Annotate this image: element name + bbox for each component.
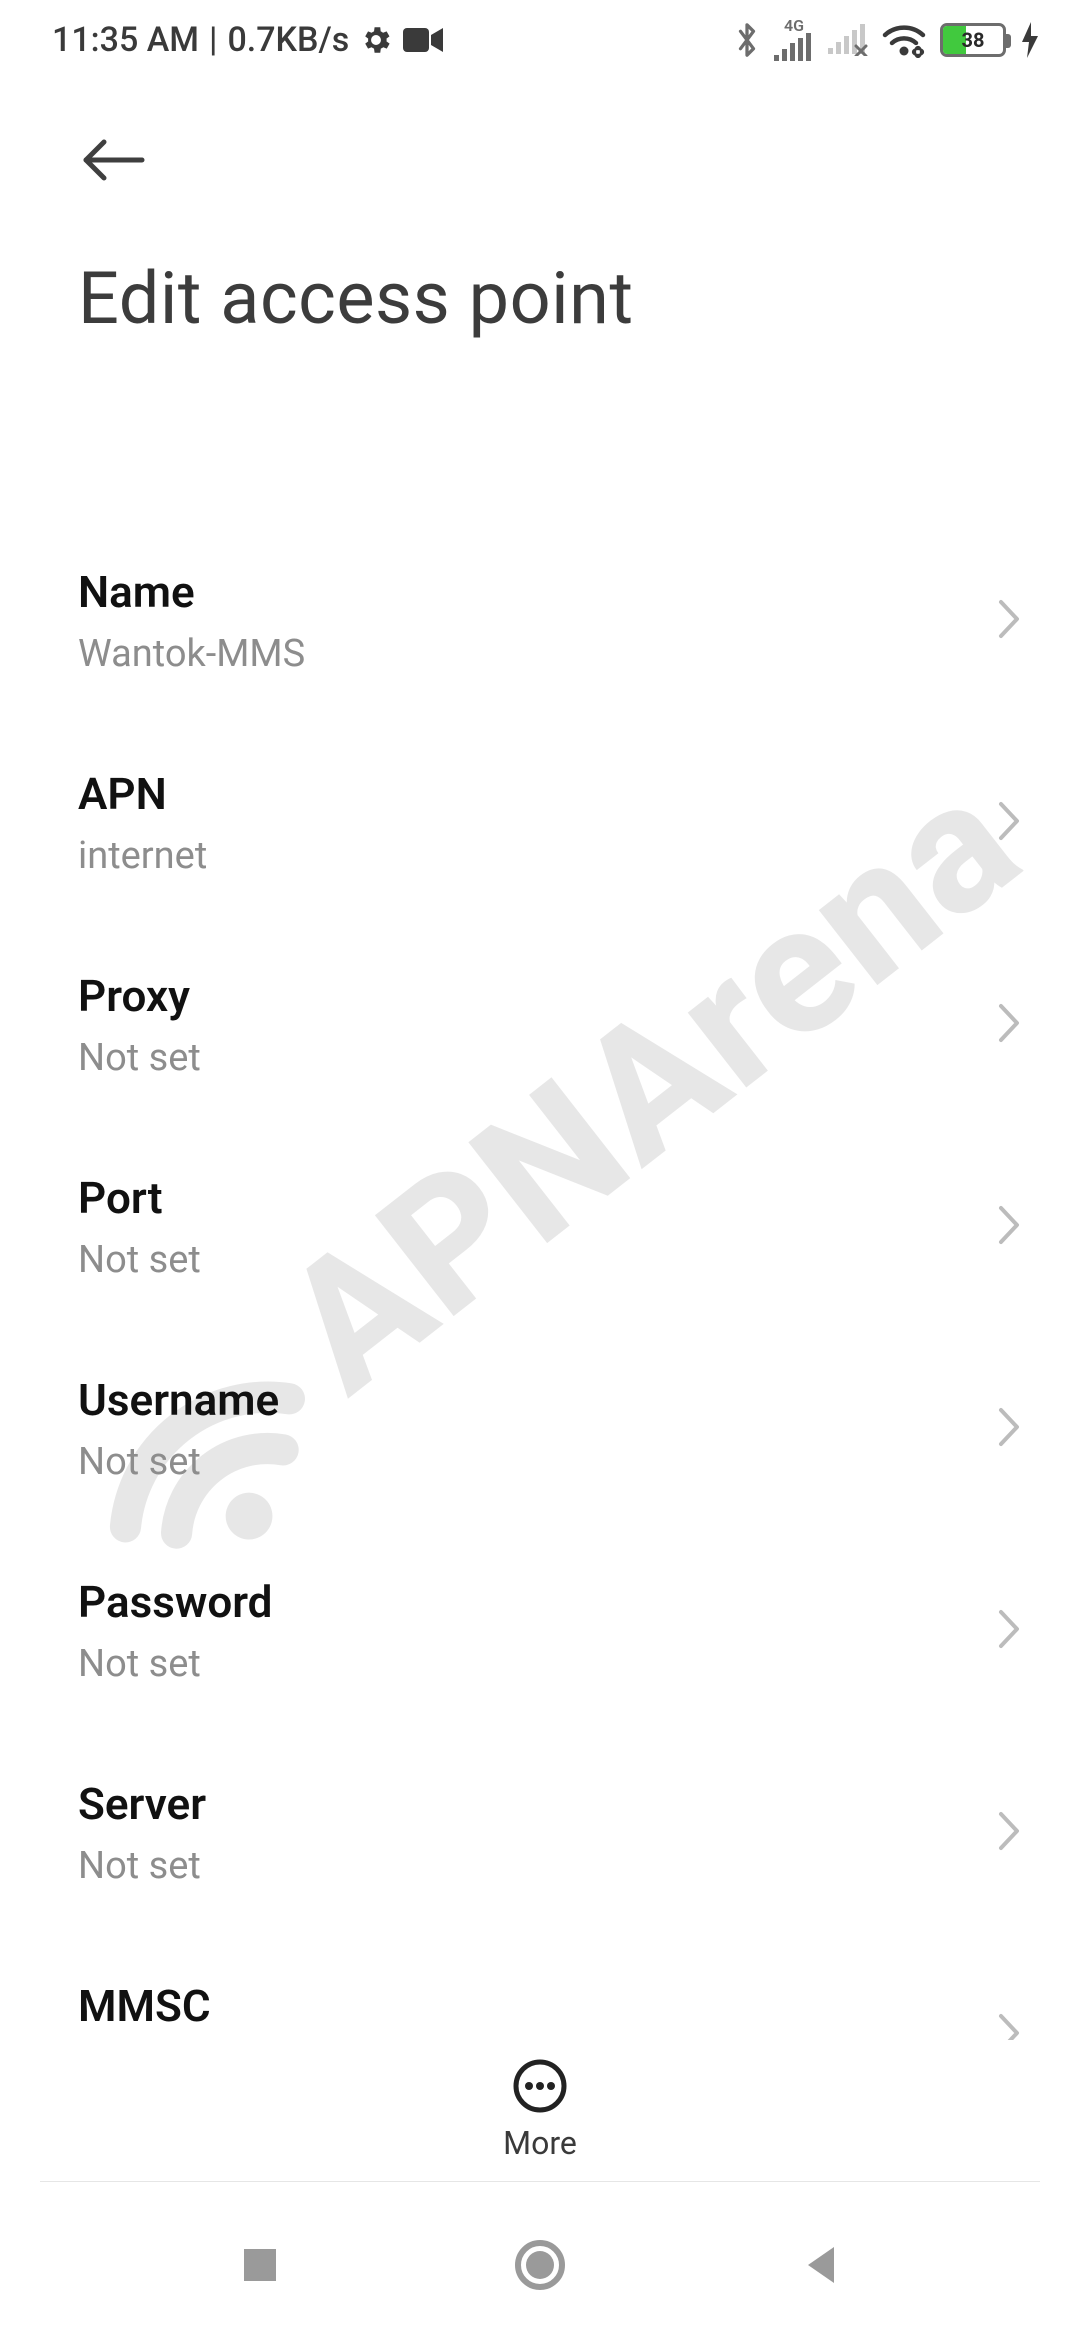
chevron-right-icon bbox=[996, 799, 1022, 847]
wifi-icon bbox=[882, 22, 926, 58]
row-label: Name bbox=[78, 566, 1002, 618]
bottom-toolbar: More bbox=[0, 2040, 1080, 2180]
row-label: MMSC bbox=[78, 1980, 1002, 2032]
row-username[interactable]: Username Not set bbox=[0, 1328, 1080, 1530]
row-value: Not set bbox=[78, 1440, 1002, 1484]
status-left: 11:35 AM | 0.7KB/s bbox=[52, 20, 443, 60]
chevron-right-icon bbox=[996, 1809, 1022, 1857]
row-server[interactable]: Server Not set bbox=[0, 1732, 1080, 1934]
row-name[interactable]: Name Wantok-MMS bbox=[0, 520, 1080, 722]
row-value: Not set bbox=[78, 1238, 1002, 1282]
divider bbox=[40, 2181, 1040, 2182]
gear-icon bbox=[359, 23, 393, 57]
row-label: Proxy bbox=[78, 970, 1002, 1022]
more-label: More bbox=[503, 2124, 577, 2162]
row-label: Server bbox=[78, 1778, 1002, 1830]
row-label: Username bbox=[78, 1374, 1002, 1426]
network-type-label: 4G bbox=[784, 19, 804, 33]
row-label: Password bbox=[78, 1576, 1002, 1628]
chevron-right-icon bbox=[996, 1405, 1022, 1453]
header: Edit access point bbox=[0, 120, 1080, 341]
settings-list: Name Wantok-MMS APN internet Proxy Not s… bbox=[0, 520, 1080, 2060]
more-button[interactable]: More bbox=[503, 2058, 577, 2162]
battery-pct: 38 bbox=[943, 26, 1003, 54]
row-label: Port bbox=[78, 1172, 1002, 1224]
row-proxy[interactable]: Proxy Not set bbox=[0, 924, 1080, 1126]
nav-home-button[interactable] bbox=[500, 2225, 580, 2305]
row-port[interactable]: Port Not set bbox=[0, 1126, 1080, 1328]
bluetooth-icon bbox=[734, 20, 760, 60]
circle-icon bbox=[514, 2239, 566, 2291]
system-nav-bar bbox=[0, 2190, 1080, 2340]
battery-icon: 38 bbox=[940, 23, 1006, 57]
video-icon bbox=[403, 26, 443, 54]
chevron-right-icon bbox=[996, 597, 1022, 645]
row-value: Not set bbox=[78, 1642, 1002, 1686]
status-separator: | bbox=[209, 20, 217, 60]
signal-4g-icon: 4G bbox=[774, 19, 814, 61]
square-icon bbox=[240, 2245, 280, 2285]
more-horizontal-icon bbox=[512, 2058, 568, 2114]
row-label: APN bbox=[78, 768, 1002, 820]
row-password[interactable]: Password Not set bbox=[0, 1530, 1080, 1732]
row-value: internet bbox=[78, 834, 1002, 878]
arrow-left-icon bbox=[80, 136, 148, 184]
status-bar: 11:35 AM | 0.7KB/s 4G 38 bbox=[0, 0, 1080, 80]
row-value: Not set bbox=[78, 1844, 1002, 1888]
status-time: 11:35 AM bbox=[52, 20, 199, 60]
row-apn[interactable]: APN internet bbox=[0, 722, 1080, 924]
back-button[interactable] bbox=[74, 120, 154, 200]
charging-icon bbox=[1020, 22, 1040, 58]
page-title: Edit access point bbox=[78, 256, 1002, 341]
chevron-right-icon bbox=[996, 1203, 1022, 1251]
status-right: 4G 38 bbox=[734, 19, 1040, 61]
nav-recent-button[interactable] bbox=[220, 2225, 300, 2305]
chevron-right-icon bbox=[996, 1001, 1022, 1049]
row-value: Wantok-MMS bbox=[78, 632, 1002, 676]
status-net-speed: 0.7KB/s bbox=[227, 20, 349, 60]
nav-back-button[interactable] bbox=[780, 2225, 860, 2305]
row-value: Not set bbox=[78, 1036, 1002, 1080]
triangle-left-icon bbox=[800, 2243, 840, 2287]
signal-nosim-icon bbox=[828, 24, 868, 56]
chevron-right-icon bbox=[996, 1607, 1022, 1655]
